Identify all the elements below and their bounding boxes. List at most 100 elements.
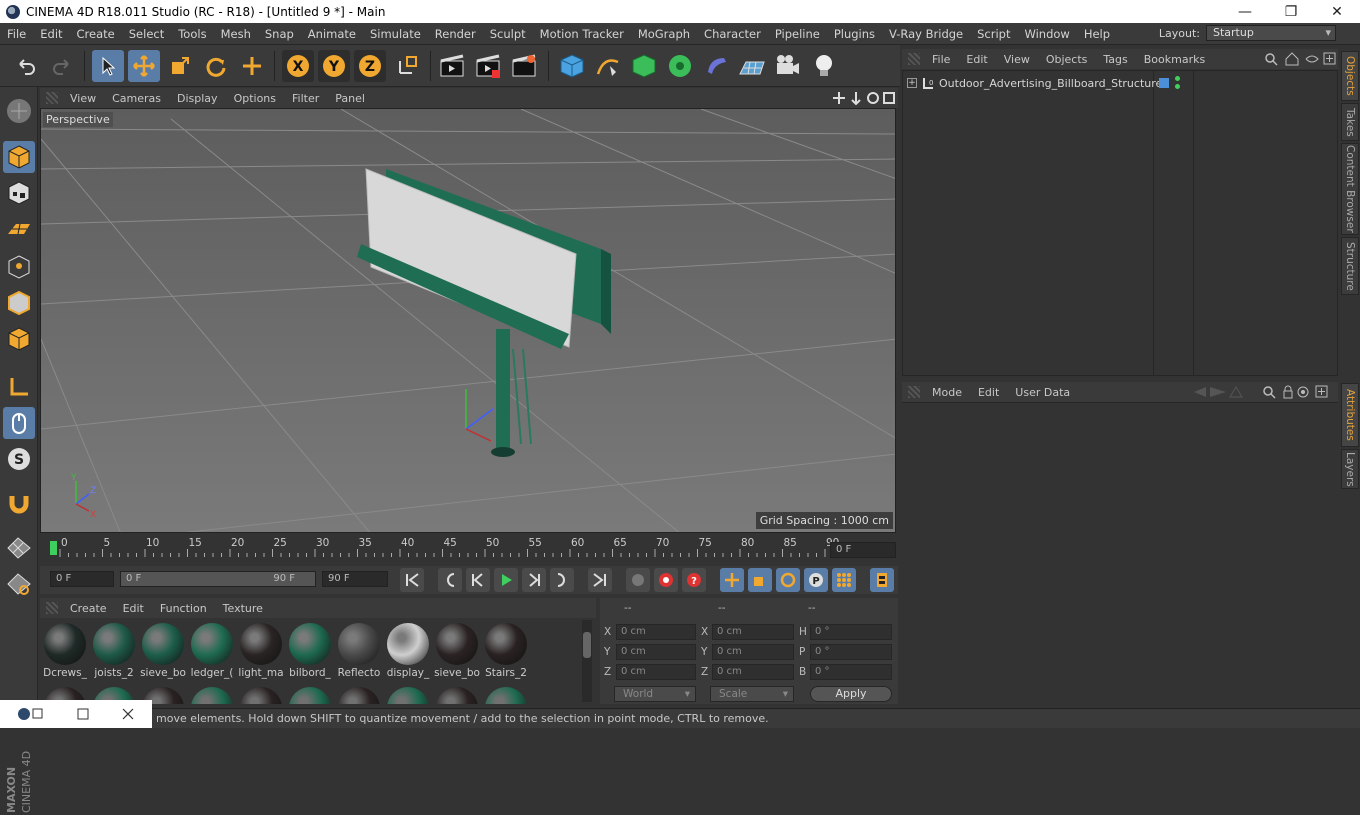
object-manager-tools[interactable] bbox=[1264, 52, 1336, 66]
coord-pos-x-field[interactable]: 0 cm bbox=[616, 624, 696, 640]
object-row[interactable]: + 0 Outdoor_Advertising_Billboard_Struct… bbox=[903, 73, 1337, 93]
add-spline-button[interactable] bbox=[592, 50, 624, 82]
tab-objects[interactable]: Objects bbox=[1341, 51, 1359, 101]
texture-mode-button[interactable] bbox=[3, 177, 35, 209]
material-swatch[interactable]: sieve_bo bbox=[434, 620, 480, 682]
material-swatch-row2[interactable] bbox=[434, 684, 480, 704]
lock-workplane-button[interactable] bbox=[3, 531, 35, 563]
key-parameter-button[interactable]: P bbox=[804, 568, 828, 592]
menu-character[interactable]: Character bbox=[697, 27, 768, 41]
material-menu-function[interactable]: Function bbox=[152, 602, 215, 615]
recent-tool[interactable] bbox=[236, 50, 268, 82]
tab-attributes[interactable]: Attributes bbox=[1341, 383, 1359, 447]
menu-vray-bridge[interactable]: V-Ray Bridge bbox=[882, 27, 970, 41]
lock-x-axis[interactable]: X bbox=[282, 50, 314, 82]
coordinate-system-button[interactable] bbox=[392, 50, 424, 82]
object-menu-bookmarks[interactable]: Bookmarks bbox=[1136, 53, 1213, 66]
menu-help[interactable]: Help bbox=[1077, 27, 1117, 41]
material-scrollbar[interactable] bbox=[582, 620, 592, 702]
render-view-button[interactable] bbox=[436, 50, 468, 82]
lock-y-axis[interactable]: Y bbox=[318, 50, 350, 82]
material-menu-texture[interactable]: Texture bbox=[215, 602, 271, 615]
record-keys-button[interactable] bbox=[654, 568, 678, 592]
coord-size-y-field[interactable]: 0 cm bbox=[712, 644, 794, 660]
polygon-mode-button[interactable] bbox=[3, 323, 35, 355]
menu-mesh[interactable]: Mesh bbox=[214, 27, 258, 41]
attribute-menu-mode[interactable]: Mode bbox=[924, 386, 970, 399]
material-swatch[interactable]: Dcrews_ bbox=[42, 620, 88, 682]
attribute-manager-tools[interactable] bbox=[1192, 385, 1336, 399]
material-swatch-row2[interactable] bbox=[483, 684, 529, 704]
live-selection-tool[interactable] bbox=[92, 50, 124, 82]
menu-tools[interactable]: Tools bbox=[171, 27, 213, 41]
editor-visibility-dot[interactable] bbox=[1175, 76, 1180, 81]
key-scale-button[interactable] bbox=[748, 568, 772, 592]
coord-pos-y-field[interactable]: 0 cm bbox=[616, 644, 696, 660]
coord-size-z-field[interactable]: 0 cm bbox=[712, 664, 794, 680]
material-menu-create[interactable]: Create bbox=[62, 602, 115, 615]
add-cube-button[interactable] bbox=[556, 50, 588, 82]
make-editable-button[interactable] bbox=[3, 95, 35, 127]
menu-mograph[interactable]: MoGraph bbox=[631, 27, 697, 41]
scale-tool[interactable] bbox=[164, 50, 196, 82]
snapping-button[interactable]: S bbox=[3, 443, 35, 475]
menu-pipeline[interactable]: Pipeline bbox=[768, 27, 827, 41]
material-menu-edit[interactable]: Edit bbox=[115, 602, 152, 615]
tab-layers[interactable]: Layers bbox=[1341, 449, 1359, 489]
tab-takes[interactable]: Takes bbox=[1341, 103, 1359, 141]
scrollbar-thumb[interactable] bbox=[583, 632, 591, 658]
object-menu-file[interactable]: File bbox=[924, 53, 958, 66]
timeline-window-button[interactable] bbox=[870, 568, 894, 592]
viewport-menu-filter[interactable]: Filter bbox=[284, 92, 327, 105]
motion-path-button[interactable] bbox=[626, 568, 650, 592]
add-light-button[interactable] bbox=[808, 50, 840, 82]
3d-viewport[interactable]: Y Z X Perspective Grid Spacing : 1000 cm bbox=[40, 108, 896, 533]
viewport-menu-view[interactable]: View bbox=[62, 92, 104, 105]
key-rotation-button[interactable] bbox=[776, 568, 800, 592]
autokey-button[interactable]: ? bbox=[682, 568, 706, 592]
key-pla-button[interactable] bbox=[832, 568, 856, 592]
coord-p-field[interactable]: 0 ° bbox=[810, 644, 892, 660]
menu-window[interactable]: Window bbox=[1017, 27, 1076, 41]
coord-size-x-field[interactable]: 0 cm bbox=[712, 624, 794, 640]
material-swatch[interactable]: ledger_( bbox=[189, 620, 235, 682]
material-swatch-row2[interactable] bbox=[385, 684, 431, 704]
go-to-start-button[interactable] bbox=[400, 568, 424, 592]
coord-pos-z-field[interactable]: 0 cm bbox=[616, 664, 696, 680]
previous-frame-button[interactable] bbox=[466, 568, 490, 592]
render-settings-button[interactable] bbox=[508, 50, 540, 82]
previous-key-button[interactable] bbox=[438, 568, 462, 592]
add-generator-button[interactable] bbox=[628, 50, 660, 82]
material-swatch[interactable]: sieve_bo bbox=[140, 620, 186, 682]
key-position-button[interactable] bbox=[720, 568, 744, 592]
close-button[interactable]: ✕ bbox=[1314, 0, 1360, 23]
model-mode-button[interactable] bbox=[3, 141, 35, 173]
menu-snap[interactable]: Snap bbox=[258, 27, 301, 41]
material-swatch[interactable]: light_ma bbox=[238, 620, 284, 682]
render-visibility-dot[interactable] bbox=[1175, 84, 1180, 89]
object-menu-objects[interactable]: Objects bbox=[1038, 53, 1096, 66]
object-menu-tags[interactable]: Tags bbox=[1095, 53, 1135, 66]
redo-button[interactable] bbox=[46, 50, 78, 82]
menu-simulate[interactable]: Simulate bbox=[363, 27, 428, 41]
min-time-field[interactable]: 0 F bbox=[50, 571, 114, 587]
go-to-end-button[interactable] bbox=[588, 568, 612, 592]
workplane-mode-button[interactable] bbox=[3, 213, 35, 245]
add-camera-button[interactable] bbox=[772, 50, 804, 82]
maximize-button[interactable]: ❐ bbox=[1268, 0, 1314, 23]
apply-button[interactable]: Apply bbox=[810, 686, 892, 702]
tab-content-browser[interactable]: Content Browser bbox=[1341, 143, 1359, 235]
material-swatch[interactable]: joists_2 bbox=[91, 620, 137, 682]
expand-toggle[interactable]: + bbox=[907, 78, 917, 88]
viewport-menu-display[interactable]: Display bbox=[169, 92, 226, 105]
current-frame-field[interactable]: 0 F bbox=[830, 542, 896, 558]
taskbar-controls[interactable] bbox=[0, 700, 152, 728]
menu-sculpt[interactable]: Sculpt bbox=[483, 27, 533, 41]
magnet-button[interactable] bbox=[3, 487, 35, 519]
object-menu-view[interactable]: View bbox=[996, 53, 1038, 66]
material-swatch-row2[interactable] bbox=[336, 684, 382, 704]
viewport-menu-options[interactable]: Options bbox=[226, 92, 284, 105]
add-mograph-button[interactable] bbox=[664, 50, 696, 82]
add-environment-button[interactable] bbox=[736, 50, 768, 82]
attribute-menu-user-data[interactable]: User Data bbox=[1007, 386, 1078, 399]
